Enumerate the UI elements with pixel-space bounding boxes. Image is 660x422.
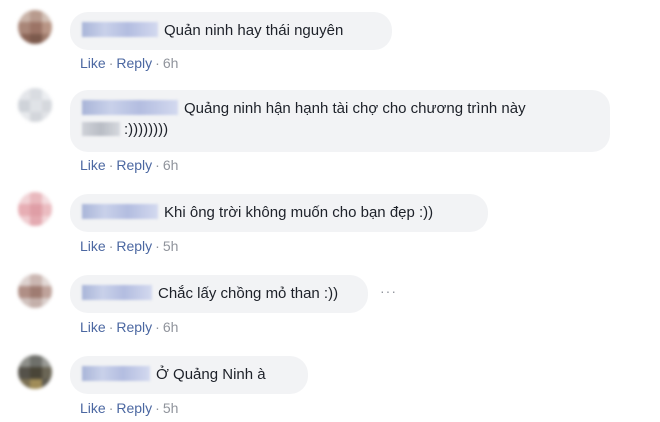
- like-link[interactable]: Like: [80, 55, 106, 71]
- comment-actions: Like · Reply · 5h: [80, 400, 178, 416]
- separator-dot: ·: [108, 238, 114, 254]
- separator-dot: ·: [155, 157, 160, 173]
- reply-link[interactable]: Reply: [116, 55, 152, 71]
- timestamp[interactable]: 6h: [163, 319, 179, 335]
- comment-text: Chắc lấy chồng mỏ than :)): [158, 285, 339, 302]
- separator-dot: ·: [155, 319, 160, 335]
- comment-actions: Like · Reply · 6h: [80, 319, 178, 335]
- timestamp[interactable]: 5h: [163, 400, 179, 416]
- avatar[interactable]: [18, 10, 52, 44]
- comment-actions: Like · Reply · 6h: [80, 157, 178, 173]
- commenter-name-redacted[interactable]: [82, 366, 150, 381]
- comment-bubble: Ở Quảng Ninh à: [70, 356, 308, 394]
- separator-dot: ·: [108, 157, 114, 173]
- comment-text-line1: Quảng ninh hận hạnh tài chợ cho chương t…: [184, 100, 526, 117]
- like-link[interactable]: Like: [80, 238, 106, 254]
- reply-link[interactable]: Reply: [116, 238, 152, 254]
- timestamp[interactable]: 6h: [163, 55, 179, 71]
- separator-dot: ·: [108, 400, 114, 416]
- separator-dot: ·: [108, 55, 114, 71]
- comment-text: Khi ông trời không muốn cho bạn đẹp :)): [164, 204, 434, 221]
- avatar[interactable]: [18, 274, 52, 308]
- avatar[interactable]: [18, 192, 52, 226]
- commenter-name-redacted[interactable]: [82, 204, 158, 219]
- comment-actions: Like · Reply · 6h: [80, 55, 178, 71]
- timestamp[interactable]: 5h: [163, 238, 179, 254]
- like-link[interactable]: Like: [80, 319, 106, 335]
- separator-dot: ·: [155, 400, 160, 416]
- reply-link[interactable]: Reply: [116, 319, 152, 335]
- timestamp[interactable]: 6h: [163, 157, 179, 173]
- comment-bubble: Khi ông trời không muốn cho bạn đẹp :)): [70, 194, 488, 232]
- commenter-name-redacted[interactable]: [82, 100, 178, 115]
- comment-text: Quản ninh hay thái nguyên: [164, 22, 344, 39]
- avatar[interactable]: [18, 88, 52, 122]
- like-link[interactable]: Like: [80, 157, 106, 173]
- reply-link[interactable]: Reply: [116, 400, 152, 416]
- commenter-name-redacted[interactable]: [82, 285, 152, 300]
- comment-actions: Like · Reply · 5h: [80, 238, 178, 254]
- redacted-text: [82, 122, 120, 136]
- comment-text: Ở Quảng Ninh à: [156, 366, 266, 383]
- avatar[interactable]: [18, 355, 52, 389]
- comment-bubble: Chắc lấy chồng mỏ than :)): [70, 275, 368, 313]
- separator-dot: ·: [155, 238, 160, 254]
- comment-bubble: Quản ninh hay thái nguyên: [70, 12, 392, 50]
- separator-dot: ·: [155, 55, 160, 71]
- commenter-name-redacted[interactable]: [82, 22, 158, 37]
- like-link[interactable]: Like: [80, 400, 106, 416]
- reply-link[interactable]: Reply: [116, 157, 152, 173]
- comment-text-line2: :)))))))): [124, 121, 169, 138]
- separator-dot: ·: [108, 319, 114, 335]
- more-horizontal-icon[interactable]: ···: [380, 283, 397, 299]
- comment-bubble: Quảng ninh hận hạnh tài chợ cho chương t…: [70, 90, 610, 152]
